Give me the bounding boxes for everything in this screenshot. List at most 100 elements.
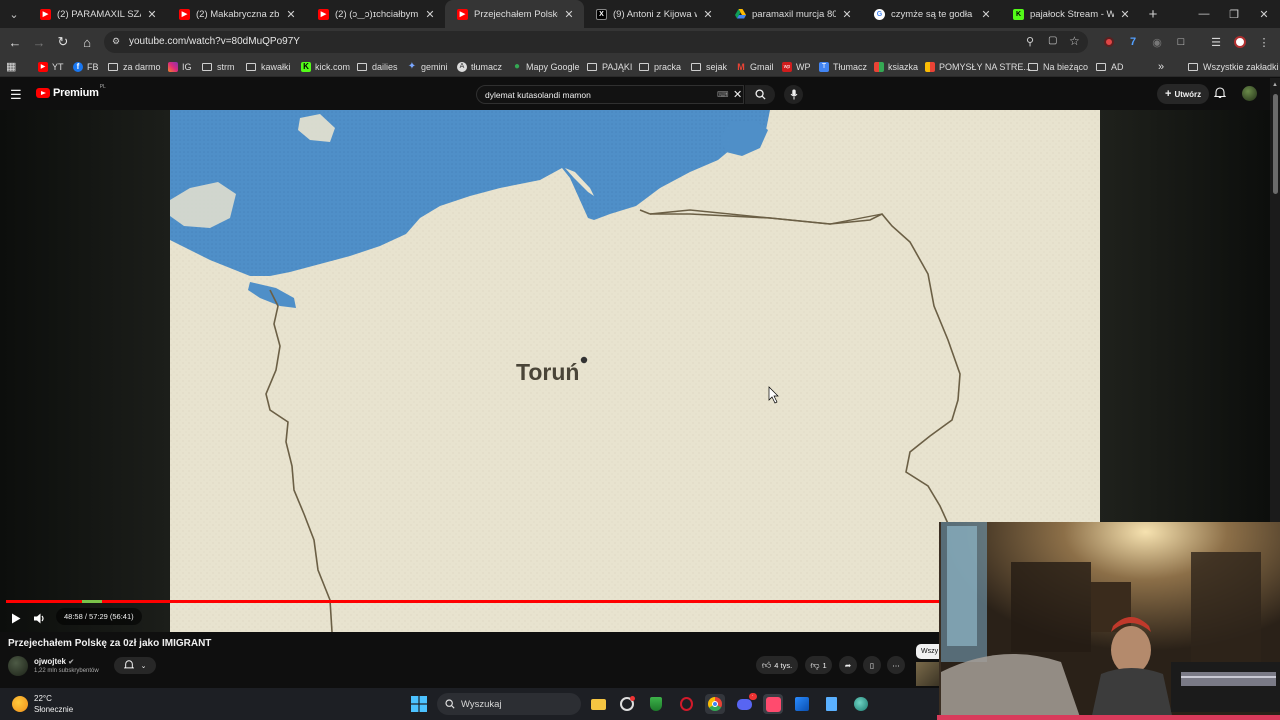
all-bookmarks[interactable]: Wszystkie zakładki — [1188, 59, 1279, 74]
tab-2[interactable]: ▶ (2) Makabryczna zbrodnia ✕ — [167, 0, 306, 28]
tab-3[interactable]: ▶ (2) (ↄ‿ↄ)ɪchciałbym ✕ — [306, 0, 445, 28]
account-avatar[interactable] — [1242, 86, 1257, 101]
bookmark-sejak[interactable]: sejak — [691, 59, 727, 74]
search-input[interactable] — [485, 90, 705, 100]
shield-app-icon[interactable] — [646, 694, 666, 714]
tab-4-active[interactable]: ▶ Przejechałem Polskę za 0z ✕ — [445, 0, 584, 28]
youtube-premium-logo[interactable]: Premium PL — [36, 84, 106, 99]
forward-icon[interactable]: → — [29, 32, 49, 52]
bookmark-ad[interactable]: AD — [1096, 59, 1124, 74]
7tv-extension-icon[interactable]: 7 — [1125, 34, 1141, 50]
bookmark-kawalki[interactable]: kawałki — [246, 59, 291, 74]
opera-browser-icon[interactable] — [676, 694, 696, 714]
tab-search-chevron-icon[interactable]: ⌄ — [0, 0, 28, 28]
notifications-bell-icon[interactable] — [1213, 86, 1227, 104]
apps-grid-icon[interactable]: ▦ — [6, 59, 16, 74]
scroll-up-icon[interactable]: ▲ — [1272, 82, 1278, 88]
more-actions-button[interactable]: ⋯ — [887, 656, 905, 674]
bookmark-wp[interactable]: wp WP — [782, 59, 811, 74]
keyboard-icon[interactable]: ⌨ — [717, 90, 729, 99]
restore-icon[interactable]: ❐ — [1218, 0, 1250, 28]
tab-7[interactable]: G czymże są te godła wiszą ✕ — [862, 0, 1001, 28]
bookmark-pomysly[interactable]: POMYSŁY NA STRE... — [925, 59, 1031, 74]
bookmark-dailies[interactable]: dailies — [357, 59, 398, 74]
file-explorer-icon[interactable] — [588, 694, 608, 714]
dislike-button[interactable]: 👎︎ 1 — [805, 656, 832, 674]
bookmark-fb[interactable]: f FB — [73, 59, 99, 74]
create-button[interactable]: + Utwórz — [1157, 84, 1210, 104]
clear-search-icon[interactable]: ✕ — [733, 88, 742, 101]
save-button[interactable]: ▯ — [863, 656, 881, 674]
browser-menu-icon[interactable]: ⋮ — [1256, 34, 1272, 50]
image-editor-icon[interactable] — [792, 694, 812, 714]
close-tab-icon[interactable]: ✕ — [284, 8, 298, 21]
subscribed-bell-button[interactable]: ⌄ — [114, 657, 156, 674]
more-bookmarks-chevron-icon[interactable]: » — [1158, 59, 1164, 74]
close-tab-icon[interactable]: ✕ — [423, 8, 437, 21]
bookmark-ksiazka[interactable]: ksiazka — [874, 59, 918, 74]
extensions-puzzle-icon[interactable]: □ — [1173, 34, 1189, 50]
reload-icon[interactable]: ↻ — [53, 32, 73, 52]
bookmark-star-icon[interactable]: ☆ — [1069, 34, 1080, 48]
bookmark-yt[interactable]: ▶ YT — [38, 59, 64, 74]
bookmark-za-darmo[interactable]: za darmo — [108, 59, 161, 74]
minimize-icon[interactable]: — — [1188, 0, 1220, 28]
tab-8[interactable]: K pajałock Stream - Watch ✕ — [1001, 0, 1140, 28]
bookmark-mapy-google[interactable]: ● Mapy Google — [512, 59, 580, 74]
profile-avatar-icon[interactable] — [1232, 34, 1248, 50]
tab-6[interactable]: paramaxil murcja 80%.mp ✕ — [723, 0, 862, 28]
site-info-icon[interactable]: ⚙ — [112, 36, 120, 47]
channel-avatar[interactable] — [8, 656, 28, 676]
bookmark-na-biezaco[interactable]: Na bieżąco — [1028, 59, 1088, 74]
share-button[interactable]: ➦ — [839, 656, 857, 674]
media-controls-icon[interactable]: ☰ — [1208, 34, 1224, 50]
streaming-app-icon[interactable] — [763, 694, 783, 714]
recommended-thumbnail[interactable] — [916, 662, 940, 686]
close-tab-icon[interactable]: ✕ — [145, 8, 159, 21]
like-button[interactable]: 👍︎ 4 tys. — [756, 656, 798, 674]
bookmark-gemini[interactable]: ✦ gemini — [407, 59, 448, 74]
record-extension-icon[interactable] — [1101, 34, 1117, 50]
address-bar[interactable]: ⚙ youtube.com/watch?v=80dMuQPo97Y ⚲ ▢ ☆ — [104, 31, 1088, 53]
search-button[interactable] — [745, 85, 775, 104]
play-button[interactable] — [8, 610, 24, 626]
install-app-icon[interactable]: ▢ — [1048, 35, 1057, 46]
bookmark-tlumacz[interactable]: Atłumacz — [457, 59, 502, 74]
zoom-search-icon[interactable]: ⚲ — [1026, 35, 1034, 48]
bookmark-ig[interactable]: IG — [168, 59, 192, 74]
channel-name[interactable]: ojwojtek ✔ — [34, 657, 74, 666]
close-tab-icon[interactable]: ✕ — [701, 8, 715, 21]
obs-recorder-icon[interactable] — [617, 694, 637, 714]
voice-search-button[interactable] — [784, 85, 803, 104]
bookmark-pracka[interactable]: pracka — [639, 59, 681, 74]
extension-icon[interactable]: ◉ — [1149, 34, 1165, 50]
home-icon[interactable]: ⌂ — [77, 32, 97, 52]
close-tab-icon[interactable]: ✕ — [840, 8, 854, 21]
bookmark-strm[interactable]: strm — [202, 59, 235, 74]
close-tab-icon[interactable]: ✕ — [562, 8, 576, 21]
network-globe-icon[interactable] — [851, 694, 871, 714]
weather-widget[interactable]: 22°C Słonecznie — [12, 693, 73, 715]
new-tab-icon[interactable]: + — [1140, 6, 1166, 23]
taskbar-search[interactable]: Wyszukaj — [437, 693, 581, 715]
tab-5[interactable]: X (9) Antoni z Kijowa w serw ✕ — [584, 0, 723, 28]
close-tab-icon[interactable]: ✕ — [979, 8, 993, 21]
chrome-browser-icon[interactable] — [705, 694, 725, 714]
scrollbar-thumb[interactable] — [1273, 94, 1278, 194]
search-box[interactable]: ⌨ ✕ — [476, 85, 744, 104]
progress-bar-played[interactable] — [6, 600, 940, 603]
windows-start-icon[interactable] — [409, 694, 429, 714]
tab-1[interactable]: ▶ (2) PARAMAXIL SZALOM | ✕ — [28, 0, 167, 28]
bookmark-gmail[interactable]: M Gmail — [736, 59, 773, 74]
discord-icon[interactable]: · — [734, 692, 757, 714]
close-tab-icon[interactable]: ✕ — [1118, 8, 1132, 21]
back-icon[interactable]: ← — [5, 32, 25, 52]
volume-button[interactable] — [32, 610, 48, 626]
hamburger-menu-icon[interactable]: ☰ — [10, 87, 22, 103]
notepad-icon[interactable] — [821, 694, 841, 714]
bookmark-pajaki[interactable]: PAJĄKI — [587, 59, 632, 74]
bookmark-tlumacz-2[interactable]: T Tłumacz — [819, 59, 867, 74]
bookmark-label: ksiazka — [888, 61, 919, 72]
bookmark-kick[interactable]: Kkick.com — [301, 59, 350, 74]
close-window-icon[interactable]: ✕ — [1248, 0, 1280, 28]
